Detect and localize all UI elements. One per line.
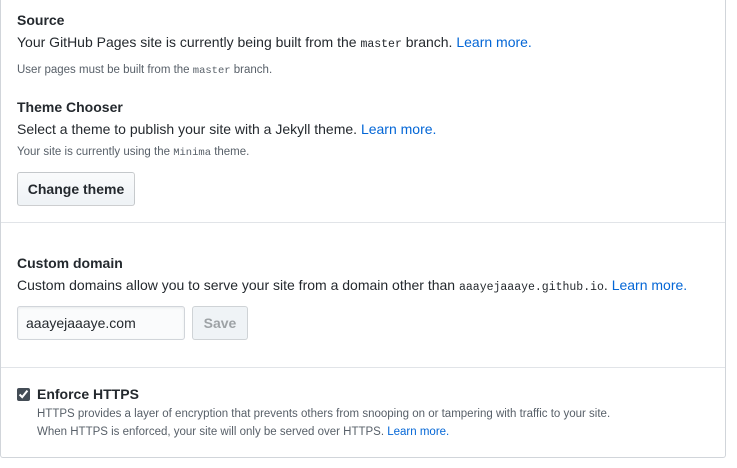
branch-name: master — [360, 38, 402, 51]
https-description-line-2: When HTTPS is enforced, your site will o… — [37, 426, 450, 438]
custom-domain-section: Custom domain Custom domains allow you t… — [1, 222, 725, 368]
theme-name: Minima — [173, 147, 211, 159]
https-description-line-1: HTTPS provides a layer of encryption tha… — [37, 408, 611, 420]
https-learn-more-link[interactable]: Learn more. — [387, 426, 449, 438]
theme-note: Your site is currently using the Minima … — [17, 146, 250, 159]
source-note: User pages must be built from the master… — [17, 64, 273, 77]
change-theme-button[interactable]: Change theme — [17, 172, 135, 206]
theme-description: Select a theme to publish your site with… — [17, 121, 437, 137]
source-description: Your GitHub Pages site is currently bein… — [17, 34, 532, 51]
save-domain-button: Save — [192, 306, 248, 340]
github-pages-settings-panel: Source Your GitHub Pages site is current… — [0, 0, 726, 458]
theme-learn-more-link[interactable]: Learn more. — [361, 121, 436, 137]
source-heading: Source — [17, 12, 65, 28]
custom-domain-description: Custom domains allow you to serve your s… — [17, 277, 688, 294]
enforce-https-label[interactable]: Enforce HTTPS — [37, 386, 139, 402]
custom-domain-heading: Custom domain — [17, 255, 123, 271]
source-learn-more-link[interactable]: Learn more. — [456, 34, 531, 50]
theme-chooser-heading: Theme Chooser — [17, 99, 123, 115]
enforce-https-section: Enforce HTTPS HTTPS provides a layer of … — [1, 367, 725, 458]
enforce-https-checkbox[interactable] — [17, 388, 30, 401]
custom-domain-learn-more-link[interactable]: Learn more. — [612, 277, 687, 293]
source-theme-section: Source Your GitHub Pages site is current… — [1, 0, 725, 222]
custom-domain-input[interactable] — [17, 306, 185, 340]
default-domain: aaayejaaaye.github.io — [458, 281, 604, 294]
